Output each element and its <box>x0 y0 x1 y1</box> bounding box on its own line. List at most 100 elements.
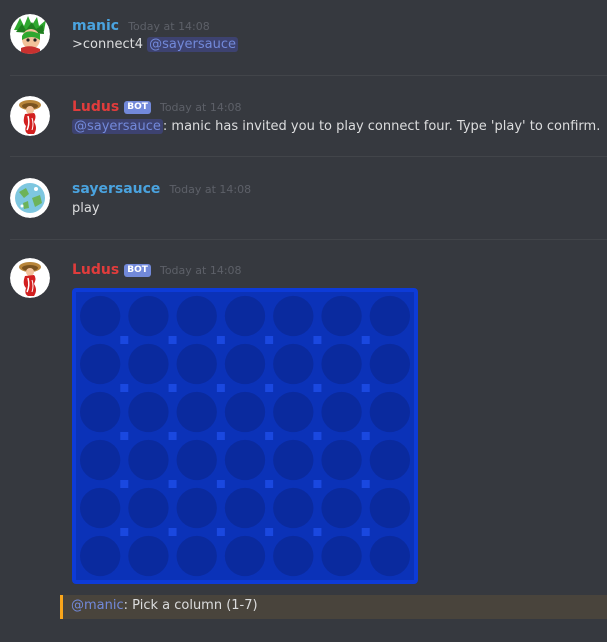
board-hole <box>224 343 266 385</box>
board-hole <box>369 535 411 577</box>
board-hole <box>79 295 121 337</box>
board-hole <box>369 343 411 385</box>
username-manic[interactable]: manic <box>72 18 119 34</box>
board-hole <box>79 535 121 577</box>
message-content: @manic: Pick a column (1-7) <box>71 598 258 613</box>
board-hole <box>321 487 362 529</box>
board-hole <box>273 487 314 529</box>
board-hole <box>224 487 266 529</box>
user-mention[interactable]: @sayersauce <box>72 119 163 134</box>
board-joint <box>216 336 225 344</box>
username-sayersauce[interactable]: sayersauce <box>72 181 160 197</box>
board-hole <box>176 391 217 433</box>
board-hole <box>128 535 169 577</box>
message-timestamp: Today at 14:08 <box>159 264 242 277</box>
message-content: play <box>72 201 100 216</box>
board-hole <box>224 295 266 337</box>
board-joint <box>361 528 370 536</box>
board-hole <box>273 343 314 385</box>
board-joint <box>313 480 322 488</box>
board-hole <box>128 487 169 529</box>
board-joint <box>168 528 177 536</box>
board-joint <box>361 480 370 488</box>
board-hole <box>128 295 169 337</box>
mention-accent-bar <box>60 595 63 619</box>
bot-tag: BOT <box>124 264 151 277</box>
message-divider <box>10 75 607 76</box>
message-timestamp: Today at 14:08 <box>169 183 252 196</box>
board-joint <box>313 384 322 392</box>
board-joint <box>265 336 274 344</box>
message-timestamp: Today at 14:08 <box>159 101 242 114</box>
board-joint <box>313 336 322 344</box>
board-joint <box>265 384 274 392</box>
board-hole <box>321 295 362 337</box>
connect-four-board-image[interactable] <box>72 288 418 584</box>
board-hole <box>128 391 169 433</box>
message-timestamp: Today at 14:08 <box>128 20 210 33</box>
board-joint <box>265 480 274 488</box>
red-mushroom-avatar[interactable] <box>10 96 50 136</box>
message-content: >connect4 @sayersauce <box>72 37 239 52</box>
board-hole <box>369 295 411 337</box>
red-mushroom-avatar[interactable] <box>10 258 50 298</box>
board-joint <box>216 528 225 536</box>
board-hole <box>273 391 314 433</box>
board-joint <box>313 432 322 440</box>
board-hole <box>321 391 362 433</box>
board-joint <box>216 480 225 488</box>
invite-text: : manic has invited you to play connect … <box>162 119 601 134</box>
board-hole <box>273 439 314 481</box>
board-joint <box>120 336 129 344</box>
board-joint <box>313 528 322 536</box>
username-ludus[interactable]: Ludus <box>72 262 119 278</box>
board-hole <box>273 295 314 337</box>
board-joint <box>168 384 177 392</box>
board-hole <box>128 343 169 385</box>
board-joint <box>265 432 274 440</box>
board-joint <box>168 432 177 440</box>
user-mention[interactable]: @sayersauce <box>147 37 239 52</box>
board-hole <box>369 439 411 481</box>
board-hole <box>176 295 217 337</box>
board-hole <box>321 439 362 481</box>
board-hole <box>79 487 121 529</box>
board-hole <box>369 391 411 433</box>
board-hole <box>79 343 121 385</box>
chat-messages: manic Today at 14:08 >connect4 @sayersau… <box>0 0 607 642</box>
command-text: >connect4 <box>72 37 148 52</box>
board-hole <box>321 343 362 385</box>
board-hole <box>176 343 217 385</box>
board-joint <box>361 432 370 440</box>
board-hole <box>224 535 266 577</box>
board-joint <box>120 480 129 488</box>
username-ludus[interactable]: Ludus <box>72 99 119 115</box>
board-hole <box>321 535 362 577</box>
board-hole <box>369 487 411 529</box>
message-divider <box>10 239 607 240</box>
mention-highlight: @manic: Pick a column (1-7) <box>60 595 607 619</box>
message-divider <box>10 156 607 157</box>
board-hole <box>224 439 266 481</box>
board-joint <box>168 480 177 488</box>
board-joint <box>120 384 129 392</box>
board-hole <box>176 535 217 577</box>
board-joint <box>361 384 370 392</box>
user-mention[interactable]: @manic <box>71 598 124 613</box>
board-hole <box>224 391 266 433</box>
board-joint <box>216 432 225 440</box>
green-haired-character-avatar[interactable] <box>10 14 50 54</box>
board-joint <box>120 528 129 536</box>
board-joint <box>361 336 370 344</box>
board-hole <box>176 487 217 529</box>
message-content: @sayersauce: manic has invited you to pl… <box>72 119 600 134</box>
board-hole <box>79 439 121 481</box>
board-joint <box>216 384 225 392</box>
prompt-text: : Pick a column (1-7) <box>123 598 258 613</box>
board-joint <box>120 432 129 440</box>
board-joint <box>168 336 177 344</box>
board-joint <box>265 528 274 536</box>
board-hole <box>176 439 217 481</box>
board-hole <box>79 391 121 433</box>
globe-avatar[interactable] <box>10 178 50 218</box>
